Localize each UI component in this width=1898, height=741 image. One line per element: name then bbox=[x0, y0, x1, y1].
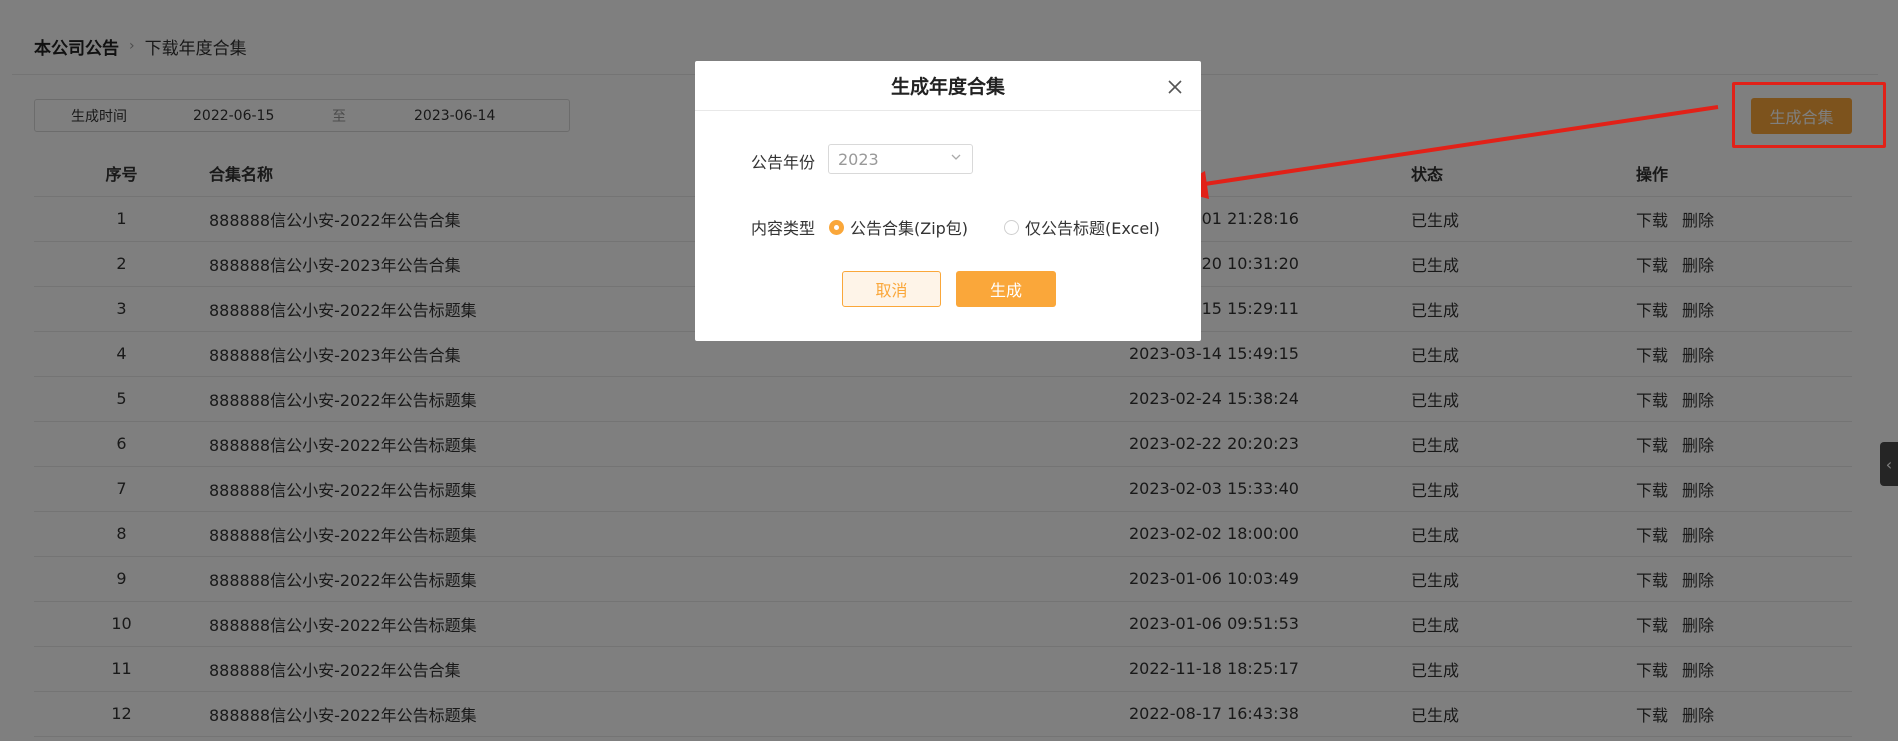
year-select[interactable]: 2023 bbox=[828, 144, 973, 174]
cancel-button[interactable]: 取消 bbox=[842, 271, 941, 307]
confirm-generate-button[interactable]: 生成 bbox=[956, 271, 1056, 307]
radio-excel-indicator bbox=[1004, 219, 1019, 235]
radio-zip-indicator bbox=[829, 219, 844, 235]
annotation-highlight-box bbox=[1732, 82, 1886, 148]
radio-excel-label: 仅公告标题(Excel) bbox=[1025, 219, 1160, 238]
radio-zip[interactable]: 公告合集(Zip包) bbox=[829, 215, 968, 239]
generate-dialog: 生成年度合集 公告年份 2023 内容类型 公告合集(Zip包) 仅公告标题(E… bbox=[695, 61, 1201, 341]
year-select-value: 2023 bbox=[838, 149, 879, 169]
chevron-down-icon bbox=[951, 154, 961, 160]
year-label: 公告年份 bbox=[751, 153, 816, 172]
radio-zip-label: 公告合集(Zip包) bbox=[850, 219, 969, 238]
dialog-title: 生成年度合集 bbox=[695, 61, 1201, 111]
type-label: 内容类型 bbox=[751, 219, 816, 238]
radio-excel[interactable]: 仅公告标题(Excel) bbox=[1004, 215, 1160, 239]
close-icon[interactable] bbox=[1165, 77, 1185, 97]
